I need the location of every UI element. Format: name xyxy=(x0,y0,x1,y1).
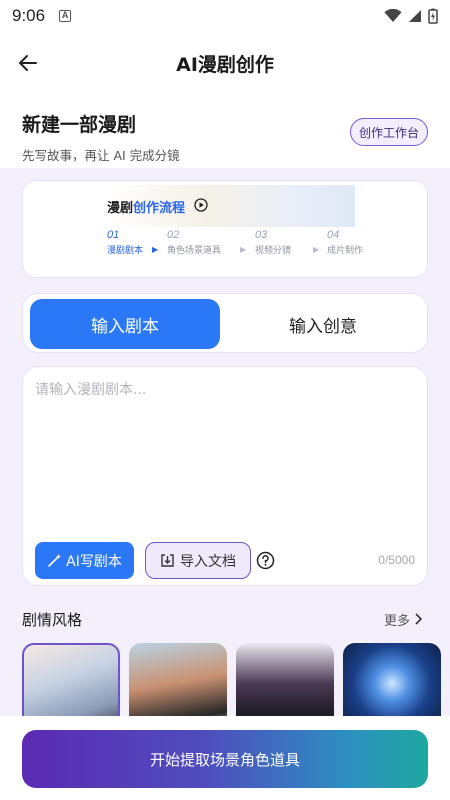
style-thumbnails xyxy=(22,643,450,723)
step-label: 视频分镜 xyxy=(255,246,292,256)
workbench-button[interactable]: 创作工作台 xyxy=(349,118,428,146)
more-styles-link[interactable]: 更多 xyxy=(384,610,422,629)
app-header: AI漫剧创作 xyxy=(0,40,450,86)
battery-icon xyxy=(428,8,438,24)
play-icon[interactable] xyxy=(194,198,208,212)
magic-wand-icon xyxy=(48,554,62,567)
signal-icon xyxy=(409,10,421,22)
step-number: 03 xyxy=(255,229,268,241)
flow-step-3: 03 视频分镜 xyxy=(255,229,291,256)
back-arrow-icon[interactable] xyxy=(16,51,40,75)
script-editor-card: AI写剧本 导入文档 0/5000 xyxy=(22,366,428,586)
step-number: 02 xyxy=(167,229,180,241)
status-bar: 9:06 A xyxy=(0,0,450,32)
step-label: 漫剧剧本 xyxy=(107,246,144,256)
style-section-title: 剧情风格 xyxy=(22,610,83,629)
import-label: 导入文档 xyxy=(180,553,236,570)
start-extract-button[interactable]: 开始提取场景角色道具 xyxy=(22,730,428,788)
flow-step-4: 04 成片制作 xyxy=(327,229,363,256)
style-thumbnail-romance[interactable] xyxy=(22,643,120,723)
step-separator: ▶ xyxy=(152,245,159,254)
notification-a-icon: A xyxy=(59,10,72,22)
wifi-icon xyxy=(384,9,402,22)
style-thumbnail-anime[interactable] xyxy=(236,643,334,723)
flow-title: 漫剧创作流程 xyxy=(107,197,185,216)
status-time: 9:06 xyxy=(12,6,46,25)
flow-step-2: 02 角色场景道具 xyxy=(167,229,221,256)
status-icons xyxy=(384,8,438,24)
ai-write-script-button[interactable]: AI写剧本 xyxy=(35,542,134,579)
input-mode-tabs: 输入剧本 输入创意 xyxy=(22,293,428,353)
bottom-action-bar: 开始提取场景角色道具 xyxy=(0,716,450,800)
flow-title-part2: 创作流程 xyxy=(133,201,186,216)
step-number: 04 xyxy=(327,229,340,241)
import-icon xyxy=(161,554,174,567)
chevron-right-icon xyxy=(415,613,422,625)
intro-section: 新建一部漫剧 先写故事，再让 AI 完成分镜 创作工作台 xyxy=(22,110,428,163)
import-document-button[interactable]: 导入文档 xyxy=(145,542,251,579)
step-label: 成片制作 xyxy=(327,246,364,256)
tab-input-idea[interactable]: 输入创意 xyxy=(228,299,418,349)
style-thumbnail-campus[interactable] xyxy=(129,643,227,723)
step-separator: ▶ xyxy=(313,245,320,254)
flow-title-part1: 漫剧 xyxy=(107,201,134,216)
flow-steps: 01 漫剧剧本 ▶ 02 角色场景道具 ▶ 03 视频分镜 ▶ 04 成片制作 xyxy=(107,229,367,265)
intro-subtitle: 先写故事，再让 AI 完成分镜 xyxy=(22,148,180,163)
tab-input-script[interactable]: 输入剧本 xyxy=(30,299,220,349)
step-number: 01 xyxy=(107,229,120,241)
step-label: 角色场景道具 xyxy=(167,246,222,256)
ai-write-label: AI写剧本 xyxy=(66,553,122,570)
step-separator: ▶ xyxy=(240,245,247,254)
flow-step-1: 01 漫剧剧本 xyxy=(107,229,143,256)
page-title: AI漫剧创作 xyxy=(176,53,274,76)
help-icon[interactable] xyxy=(256,551,275,570)
char-count: 0/5000 xyxy=(378,553,415,567)
style-thumbnail-fantasy[interactable] xyxy=(343,643,441,723)
style-section-header: 剧情风格 更多 xyxy=(22,608,422,630)
more-label: 更多 xyxy=(383,613,410,629)
creation-flow-card: 漫剧创作流程 01 漫剧剧本 ▶ 02 角色场景道具 ▶ 03 视频分镜 ▶ 0… xyxy=(22,180,428,278)
script-input[interactable] xyxy=(35,379,415,539)
